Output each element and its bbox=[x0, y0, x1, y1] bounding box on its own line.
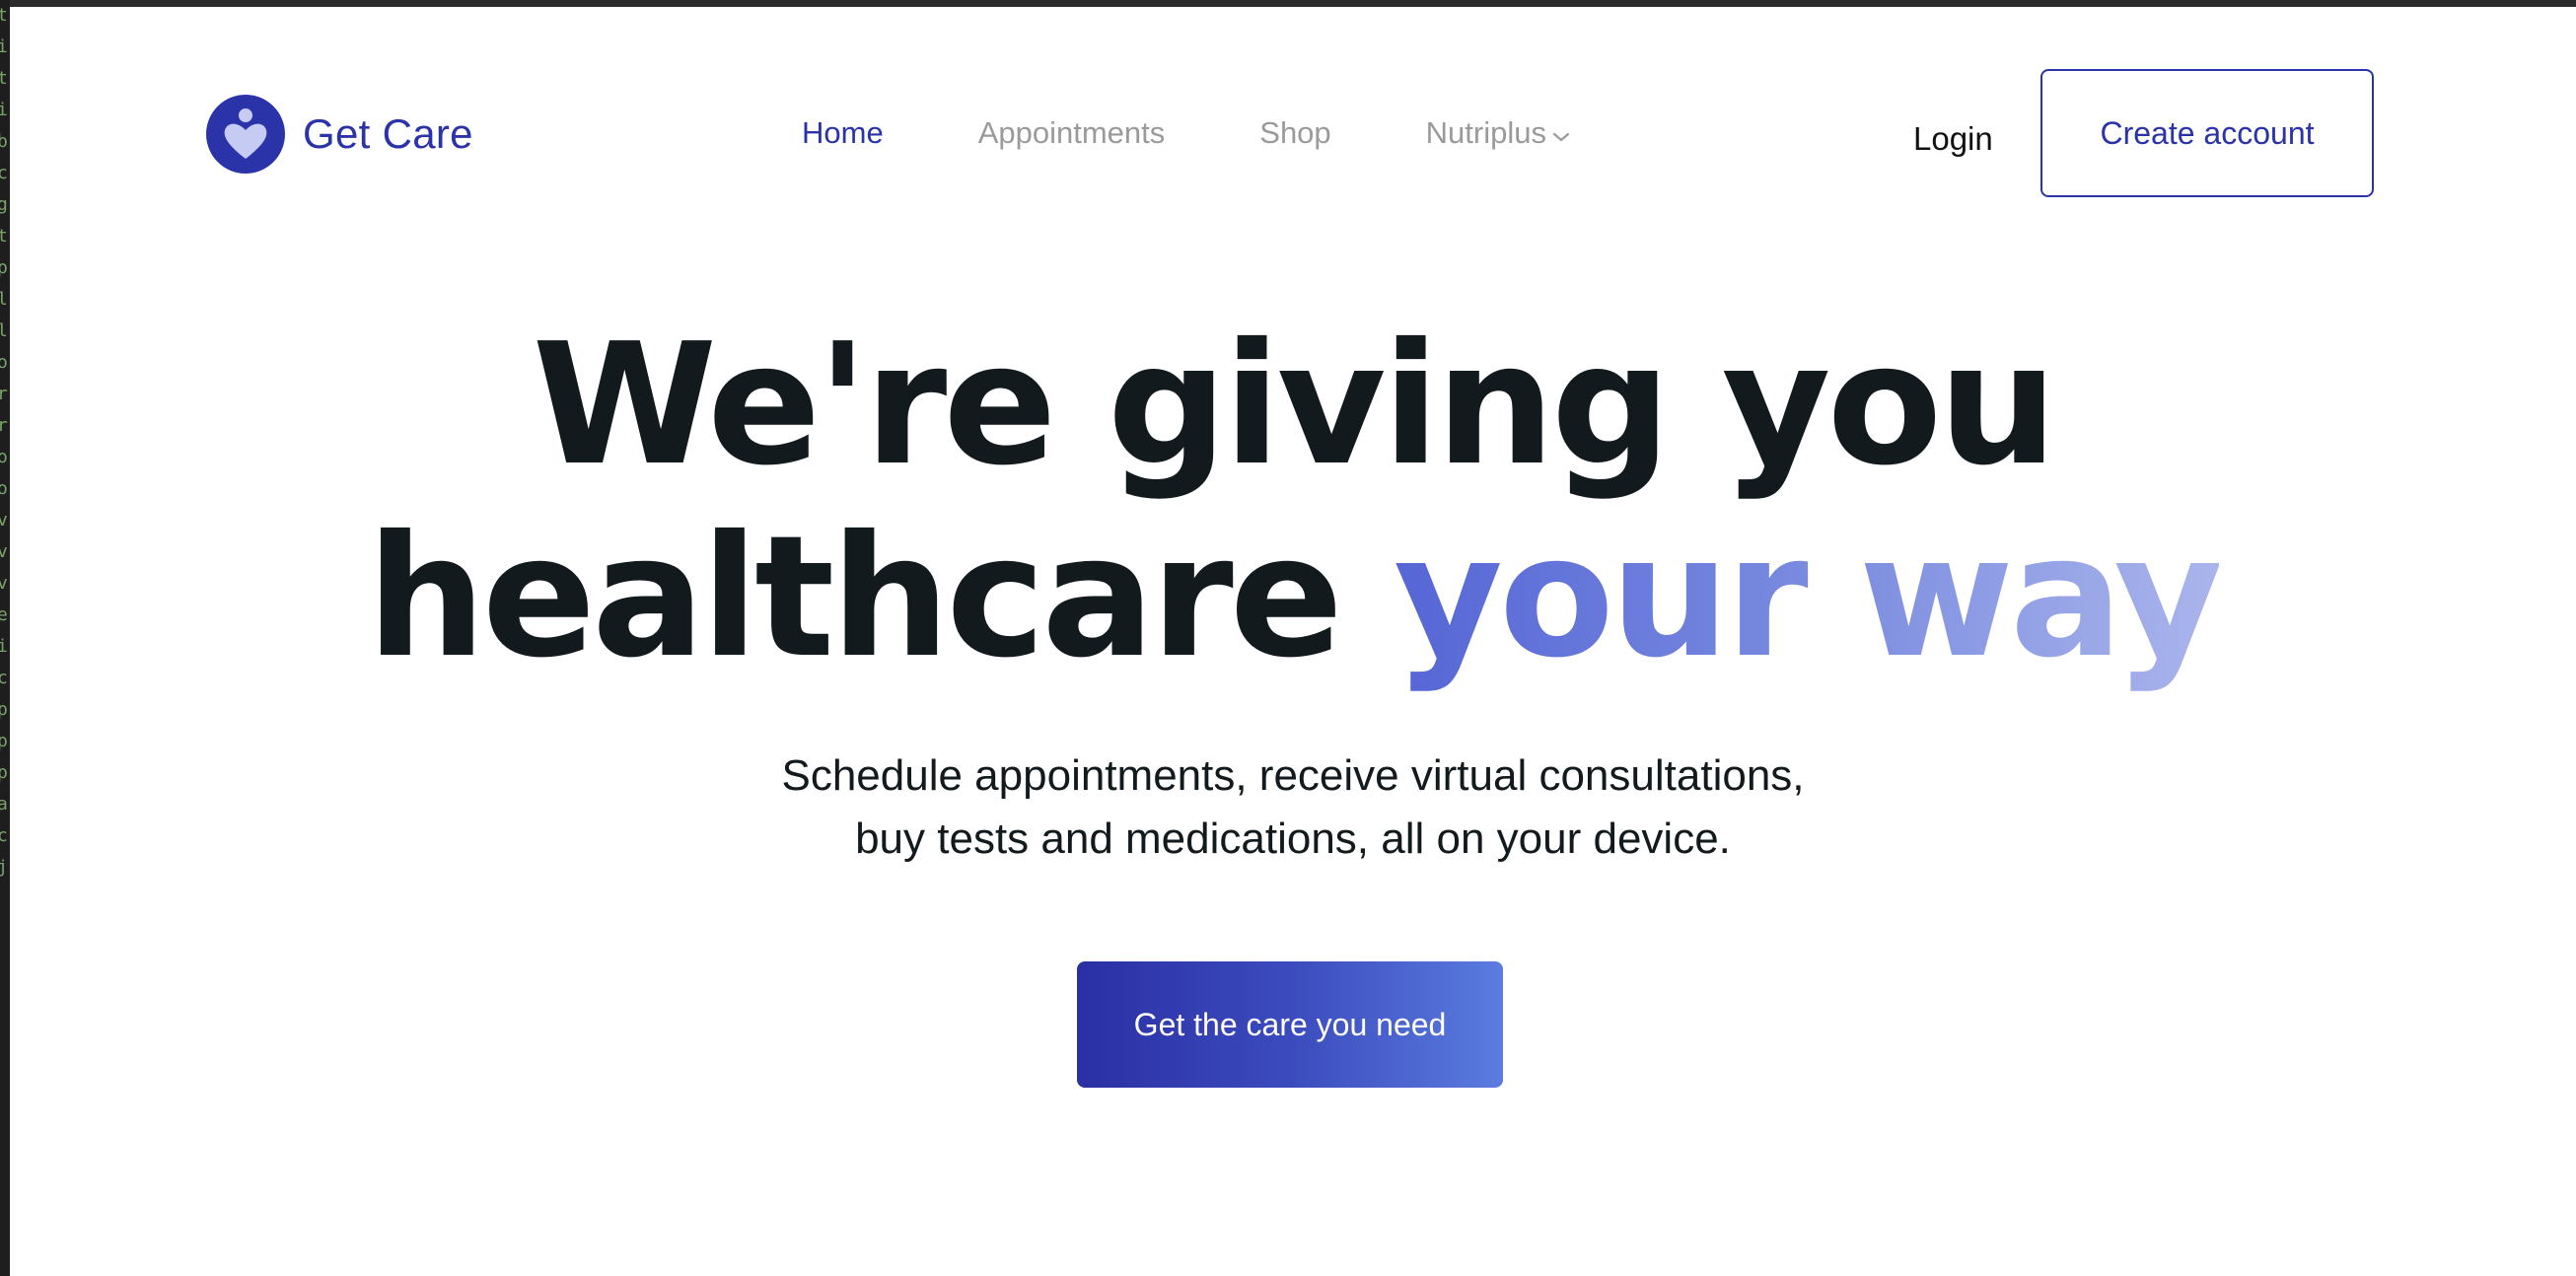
screenshot-frame: t i t i b c g t p l l o r r o o v v v e … bbox=[0, 0, 2576, 1276]
gutter-glyph: v bbox=[0, 541, 8, 562]
gutter-glyph: l bbox=[0, 320, 8, 341]
nav-item-shop[interactable]: Shop bbox=[1259, 115, 1330, 151]
hero-headline-accent: your way bbox=[1394, 500, 2223, 695]
gutter-glyph: j bbox=[0, 857, 8, 878]
gutter-glyph: c bbox=[0, 163, 8, 183]
gutter-glyph: l bbox=[0, 289, 8, 310]
gutter-glyph: v bbox=[0, 510, 8, 531]
brand-name: Get Care bbox=[303, 110, 473, 157]
hero-headline: We're giving you healthcare your way bbox=[10, 310, 2576, 694]
gutter-glyph: t bbox=[0, 68, 8, 89]
chevron-down-icon bbox=[1552, 115, 1570, 151]
gutter-glyph: i bbox=[0, 36, 8, 57]
gutter-glyph: c bbox=[0, 668, 8, 688]
nav-item-nutriplus-label: Nutriplus bbox=[1425, 115, 1546, 150]
gutter-glyph: e bbox=[0, 604, 8, 625]
editor-gutter: t i t i b c g t p l l o r r o o v v v e … bbox=[0, 0, 10, 1276]
nav-item-home[interactable]: Home bbox=[802, 115, 884, 151]
hero-subtitle-line-1: Schedule appointments, receive virtual c… bbox=[781, 751, 1805, 800]
gutter-glyph: c bbox=[0, 825, 8, 846]
create-account-button[interactable]: Create account bbox=[2040, 69, 2374, 197]
get-care-button[interactable]: Get the care you need bbox=[1077, 961, 1503, 1088]
hero-headline-line-2: healthcare your way bbox=[10, 502, 2576, 694]
gutter-glyph: r bbox=[0, 415, 8, 436]
hero-subtitle-line-2: buy tests and medications, all on your d… bbox=[855, 815, 1731, 863]
gutter-glyph: o bbox=[0, 352, 8, 373]
nav-item-appointments[interactable]: Appointments bbox=[978, 115, 1166, 151]
landing-page: Get Care Home Appointments Shop Nutriplu… bbox=[10, 7, 2576, 1276]
gutter-glyph: p bbox=[0, 762, 8, 783]
gutter-glyph: v bbox=[0, 573, 8, 594]
gutter-glyph: i bbox=[0, 636, 8, 657]
gutter-glyph: a bbox=[0, 794, 8, 815]
gutter-glyph: t bbox=[0, 5, 8, 26]
gutter-glyph: t bbox=[0, 226, 8, 247]
window-top-border bbox=[0, 0, 2576, 7]
gutter-glyph: g bbox=[0, 194, 8, 215]
hero-headline-plain: healthcare bbox=[366, 500, 1395, 695]
gutter-glyph: i bbox=[0, 100, 8, 120]
gutter-glyph: o bbox=[0, 478, 8, 499]
hero-subtitle: Schedule appointments, receive virtual c… bbox=[10, 744, 2576, 871]
heart-person-icon bbox=[206, 95, 285, 174]
nav-item-nutriplus[interactable]: Nutriplus bbox=[1426, 115, 1570, 151]
gutter-glyph: o bbox=[0, 447, 8, 467]
main-nav: Home Appointments Shop Nutriplus bbox=[802, 115, 1570, 151]
gutter-glyph: p bbox=[0, 257, 8, 278]
gutter-glyph: b bbox=[0, 131, 8, 152]
gutter-glyph: r bbox=[0, 384, 8, 404]
gutter-glyph: p bbox=[0, 699, 8, 720]
hero-headline-line-1: We're giving you bbox=[532, 308, 2058, 503]
gutter-glyph: p bbox=[0, 731, 8, 751]
brand-logo-link[interactable]: Get Care bbox=[206, 95, 473, 174]
login-link[interactable]: Login bbox=[1913, 120, 1993, 158]
